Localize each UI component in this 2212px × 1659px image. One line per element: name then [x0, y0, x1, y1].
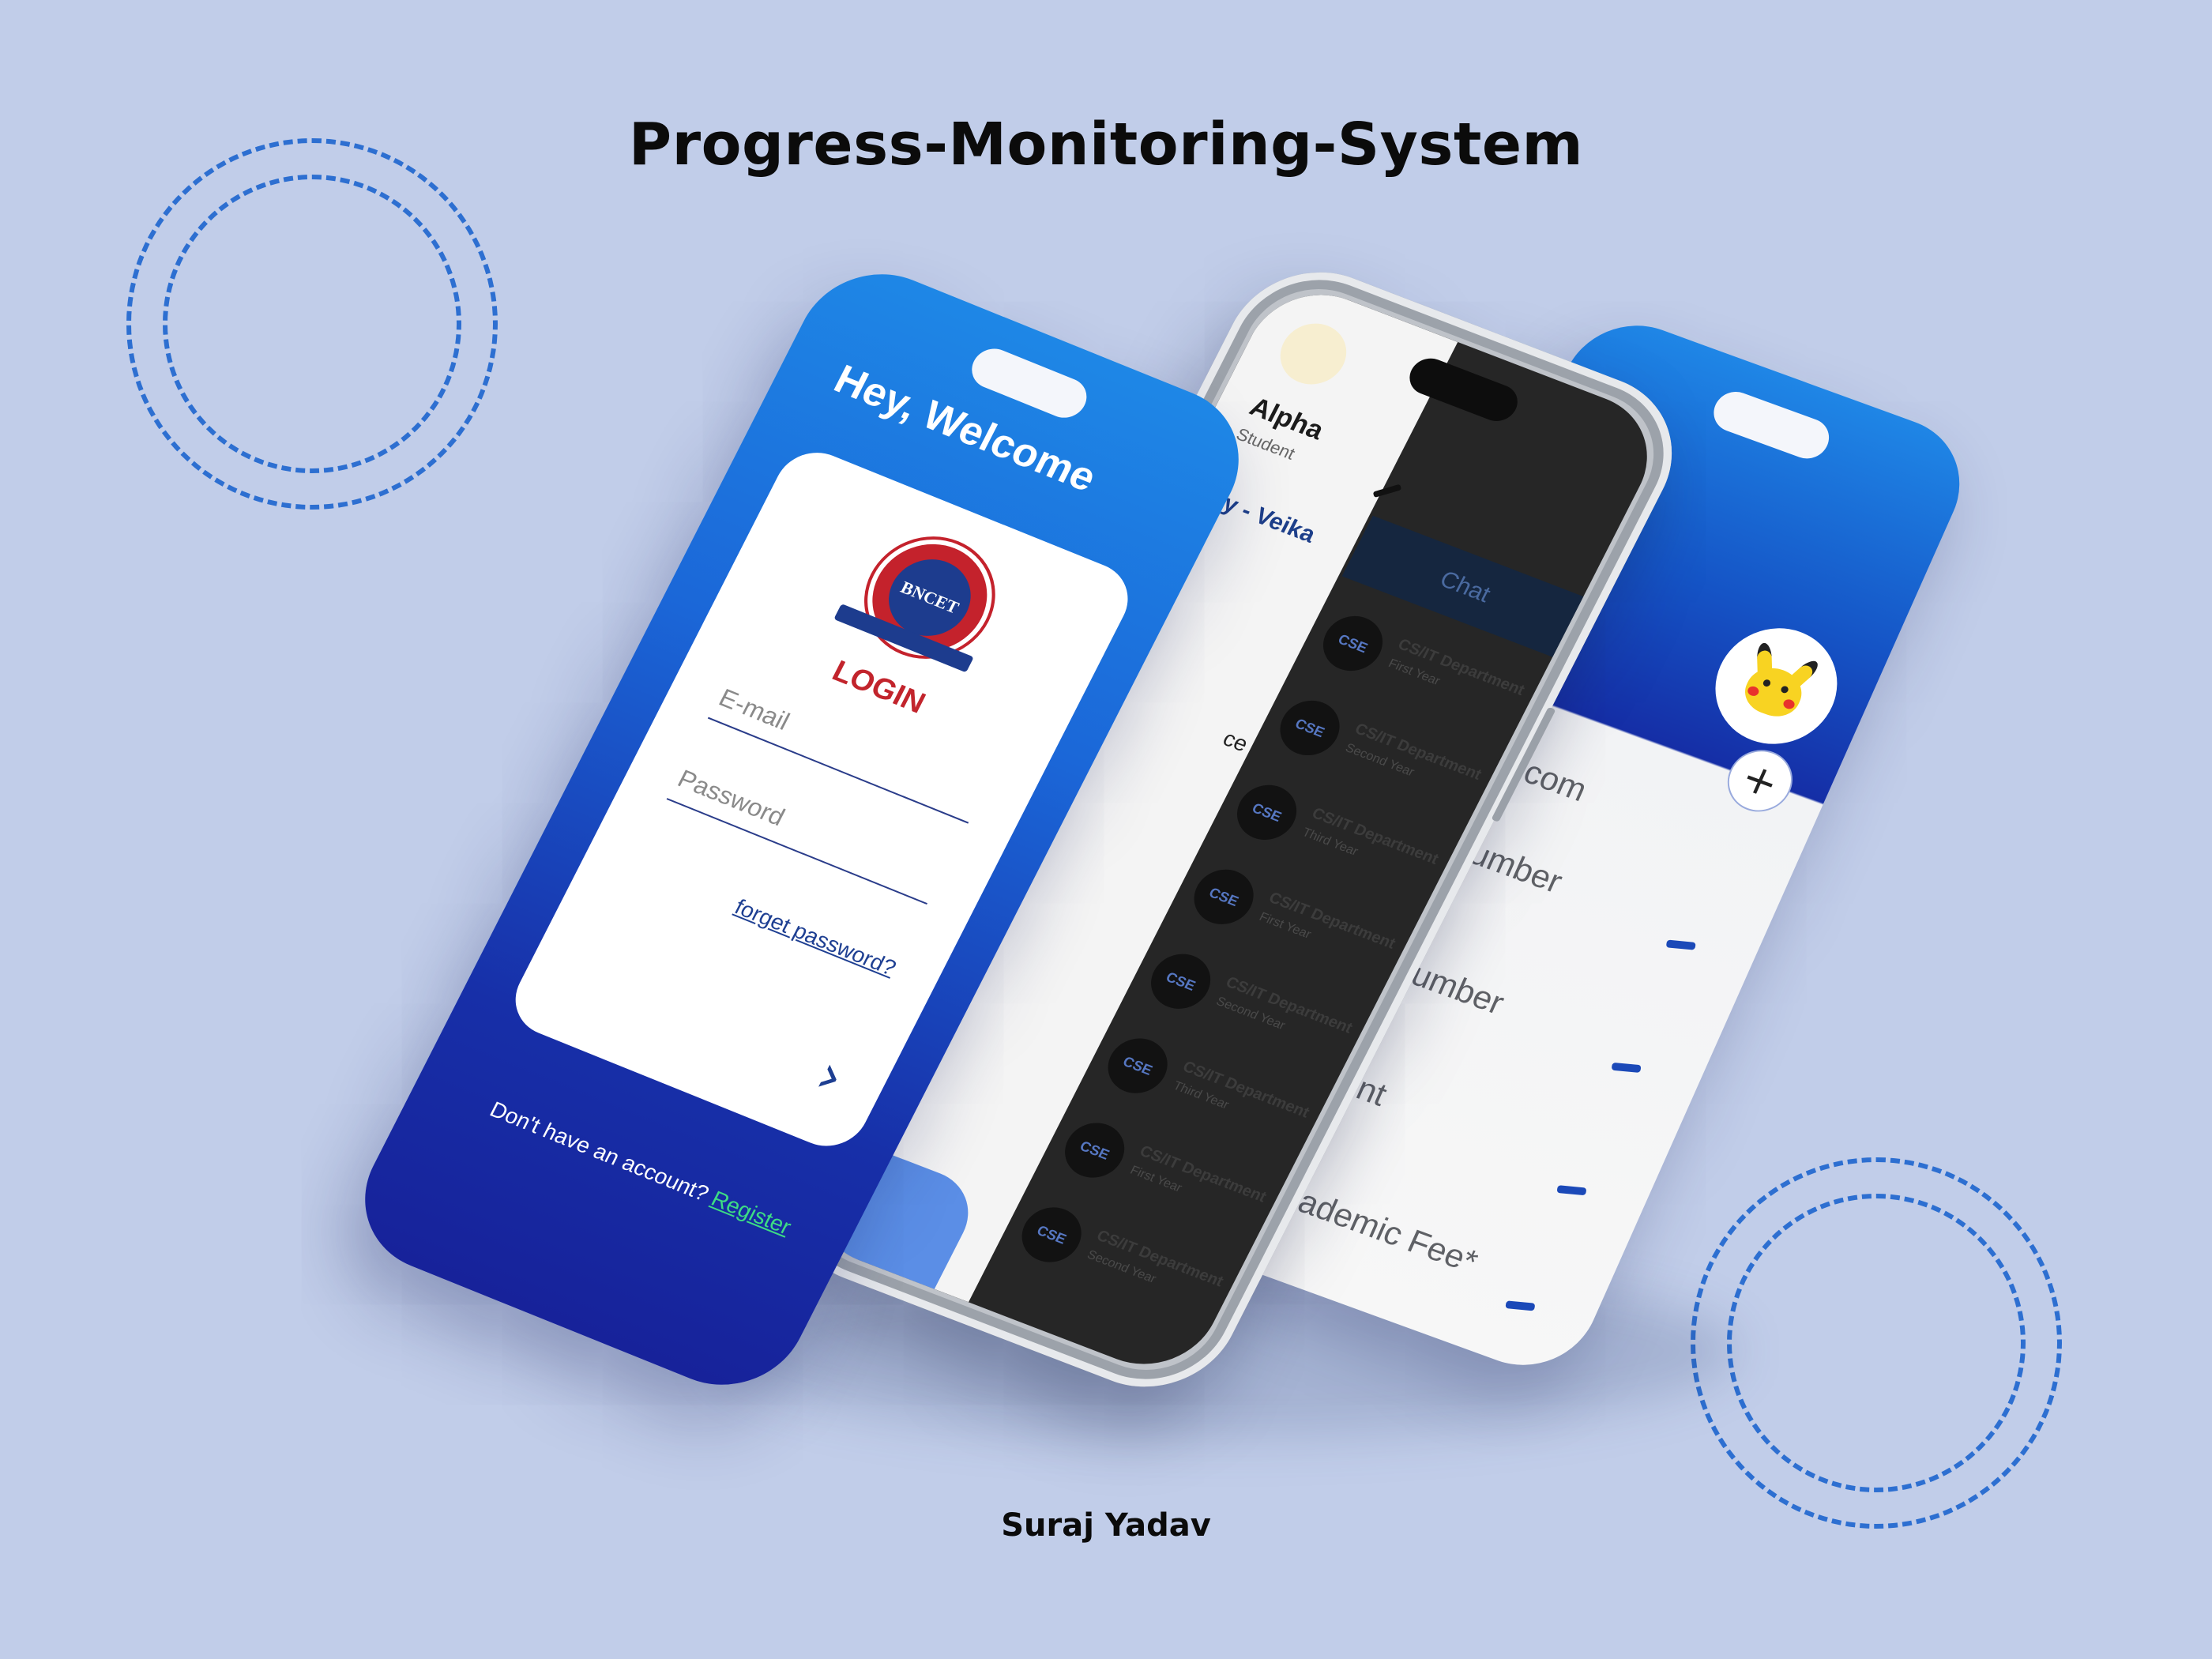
register-prompt-text: Don't have an account?: [486, 1097, 713, 1206]
author-name: Suraj Yadav: [1001, 1507, 1211, 1544]
pikachu-avatar-icon: [1729, 640, 1823, 732]
group-avatar: CSE: [1313, 608, 1393, 679]
chevron-right-icon[interactable]: ›: [806, 1043, 856, 1109]
add-photo-button[interactable]: +: [1717, 741, 1803, 821]
register-prompt: Don't have an account? Register: [486, 1097, 796, 1240]
register-link[interactable]: Register: [708, 1187, 796, 1240]
group-avatar: CSE: [1055, 1115, 1134, 1187]
avatar[interactable]: [1696, 611, 1856, 761]
edit-icon[interactable]: [1556, 1185, 1587, 1196]
group-avatar: CSE: [1227, 777, 1307, 848]
group-avatar: CSE: [1097, 1030, 1178, 1102]
edit-icon[interactable]: [1505, 1300, 1536, 1311]
decorative-dashed-circle: [163, 175, 461, 473]
decorative-dashed-circle: [1727, 1194, 2026, 1492]
edit-icon[interactable]: [1665, 939, 1696, 950]
group-avatar: CSE: [1270, 692, 1350, 764]
phone-notch: [1707, 386, 1836, 465]
group-avatar: CSE: [1183, 861, 1264, 933]
dynamic-island: [1403, 352, 1525, 427]
forget-password-link[interactable]: forget password?: [731, 894, 900, 980]
group-avatar: CSE: [1012, 1198, 1092, 1271]
group-avatar: CSE: [1141, 946, 1221, 1018]
edit-icon[interactable]: [1611, 1062, 1642, 1073]
